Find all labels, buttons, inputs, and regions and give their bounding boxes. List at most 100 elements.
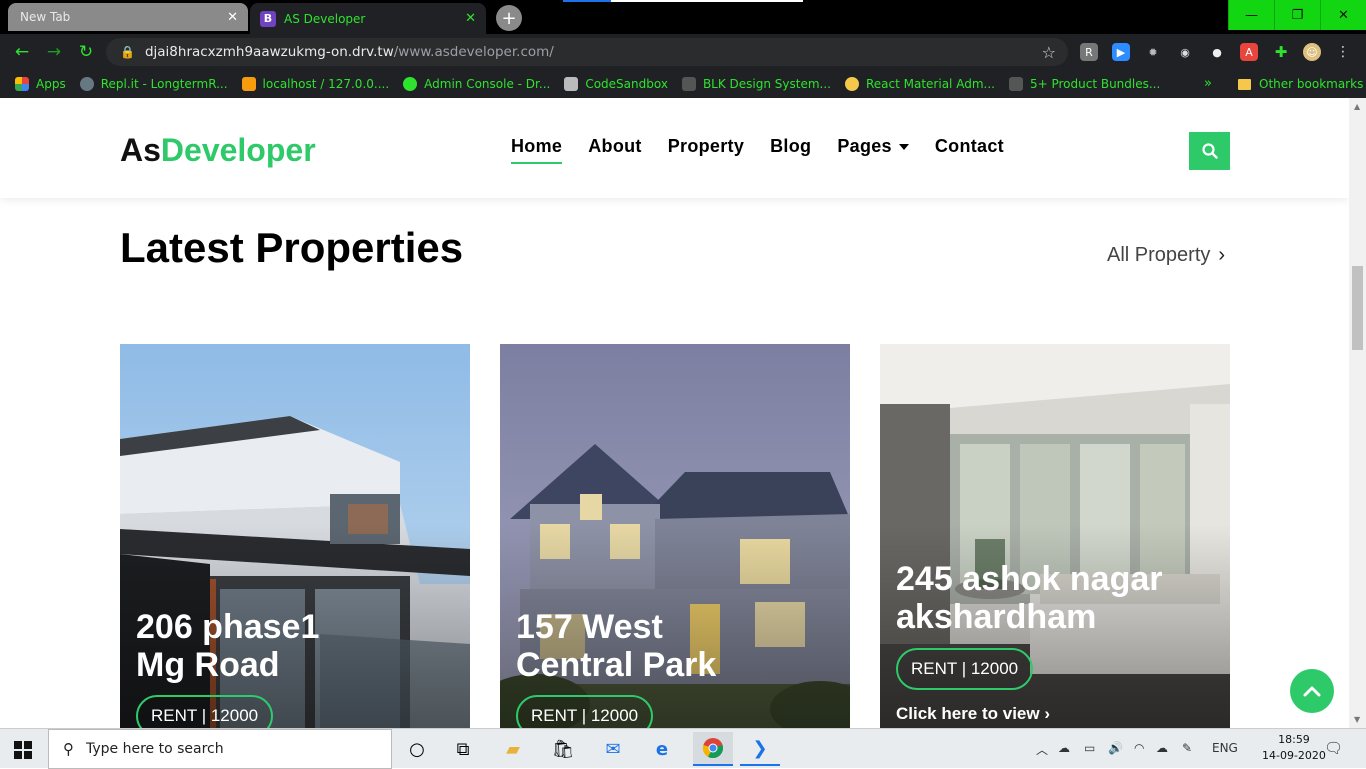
bookmark-apps[interactable]: Apps [15, 77, 66, 91]
bookmark-label: CodeSandbox [585, 77, 668, 91]
rent-price-badge[interactable]: RENT | 12000 [516, 695, 654, 728]
cortana-icon[interactable]: ○ [402, 735, 432, 763]
chrome-icon[interactable] [693, 732, 733, 766]
nav-pages-dropdown[interactable]: Pages [837, 136, 909, 157]
bookmark-codesandbox[interactable]: CodeSandbox [564, 77, 668, 91]
close-tab-icon[interactable]: ✕ [465, 11, 476, 26]
tab-as-developer[interactable]: B AS Developer ✕ [250, 3, 486, 34]
scrollbar-thumb[interactable] [1352, 266, 1363, 350]
clock-date: 14-09-2020 [1262, 749, 1326, 762]
window-close-icon[interactable]: ✕ [1320, 0, 1366, 30]
bookmark-label: React Material Adm... [865, 77, 995, 91]
view-property-link[interactable]: Click here to view › [896, 704, 1050, 724]
bookmark-label: Repl.it - LongtermR... [100, 77, 228, 91]
clock-time: 18:59 [1278, 733, 1310, 746]
close-tab-icon[interactable]: ✕ [227, 10, 238, 25]
all-property-link[interactable]: All Property › [1107, 244, 1225, 267]
tab-new-tab[interactable]: New Tab ✕ [8, 3, 248, 31]
volume-icon[interactable]: 🔊 [1108, 741, 1123, 755]
nav-home[interactable]: Home [511, 136, 563, 164]
chevron-right-icon: › [1044, 704, 1051, 723]
bookmark-localhost[interactable]: localhost / 127.0.0.... [241, 77, 389, 91]
search-button[interactable] [1189, 132, 1230, 170]
apps-grid-icon [15, 77, 29, 91]
bug-extension-icon[interactable]: ✹ [1144, 43, 1162, 61]
scroll-down-arrow-icon[interactable]: ▼ [1354, 715, 1360, 724]
bookmark-replit[interactable]: Repl.it - LongtermR... [79, 77, 228, 91]
view-property-label: Click here to view [896, 704, 1040, 723]
bookmark-label: Admin Console - Dr... [424, 77, 551, 91]
rent-price-badge[interactable]: RENT | 12000 [136, 695, 274, 728]
chevron-right-icon: › [1218, 244, 1226, 266]
property-card[interactable]: 157 West Central Park RENT | 12000 [500, 344, 850, 728]
camera-extension-icon[interactable]: ◉ [1176, 43, 1194, 61]
microsoft-store-icon[interactable]: 🛍 [548, 735, 578, 763]
profile-avatar[interactable]: ☺ [1303, 43, 1321, 61]
bookmark-star-icon[interactable]: ☆ [1042, 43, 1056, 62]
globe-icon [403, 77, 418, 91]
section-title: Latest Properties [120, 224, 464, 271]
edge-icon[interactable]: e [647, 735, 677, 763]
zoom-extension-icon[interactable]: ▶ [1112, 43, 1130, 61]
logo-developer: Developer [160, 132, 316, 168]
site-header: AsDeveloper Home About Property Blog Pag… [0, 98, 1349, 198]
nav-blog[interactable]: Blog [770, 136, 811, 157]
codesandbox-icon [564, 77, 579, 91]
minimize-icon[interactable]: — [1228, 0, 1274, 30]
bookmarks-overflow-chevron[interactable]: » [1204, 76, 1212, 91]
forward-arrow-icon[interactable]: → [44, 42, 64, 62]
property-title: 245 ashok nagar akshardham [896, 560, 1216, 636]
property-card[interactable]: 206 phase1 Mg Road RENT | 12000 [120, 344, 470, 728]
bookmarks-bar: Apps Repl.it - LongtermR... localhost / … [0, 70, 1366, 98]
file-explorer-icon[interactable]: ▰ [498, 735, 528, 763]
taskbar-search-box[interactable]: ⚲ Type here to search [48, 729, 392, 769]
task-view-icon[interactable]: ⧉ [448, 735, 478, 763]
mail-icon[interactable]: ✉ [598, 735, 628, 763]
bookmark-blk-design[interactable]: BLK Design System... [681, 77, 831, 91]
translate-extension-icon[interactable]: A [1240, 43, 1258, 61]
cloud-sync-icon[interactable]: ☁ [1156, 741, 1168, 755]
battery-icon[interactable]: ▭ [1084, 741, 1095, 755]
restore-icon[interactable]: ❐ [1274, 0, 1320, 30]
puzzle-extensions-icon[interactable]: ✚ [1272, 43, 1290, 61]
loading-bar-progress [563, 0, 611, 2]
bookmark-product-bundles[interactable]: 5+ Product Bundles... [1008, 77, 1160, 91]
rent-price-badge[interactable]: RENT | 12000 [896, 648, 1034, 690]
bookmark-react-material[interactable]: React Material Adm... [844, 77, 995, 91]
page-scrollbar[interactable]: ▲ ▼ [1349, 98, 1366, 728]
new-tab-plus-icon[interactable]: + [496, 5, 522, 31]
nav-property[interactable]: Property [668, 136, 744, 157]
menu-dots-icon[interactable]: ⋮ [1334, 43, 1352, 61]
vscode-icon[interactable]: ❯ [740, 732, 780, 766]
site-logo[interactable]: AsDeveloper [120, 132, 316, 169]
scroll-up-arrow-icon[interactable]: ▲ [1354, 102, 1360, 111]
main-nav: Home About Property Blog Pages Contact [511, 136, 1030, 164]
onedrive-cloud-icon[interactable]: ☁ [1058, 741, 1070, 755]
address-bar[interactable]: 🔒 djai8hracxzmh9aawzukmg-on.drv.tw/www.a… [106, 38, 1068, 66]
reload-icon[interactable]: ↻ [76, 42, 96, 62]
other-bookmarks[interactable]: Other bookmarks [1238, 70, 1363, 98]
windows-start-icon[interactable] [14, 741, 32, 759]
phpmyadmin-icon [241, 77, 256, 91]
window-controls: — ❐ ✕ [1228, 0, 1366, 30]
page-viewport: AsDeveloper Home About Property Blog Pag… [0, 98, 1349, 728]
bookmark-label: Apps [36, 77, 66, 91]
tray-chevron-up-icon[interactable]: ︿ [1036, 741, 1048, 758]
property-card[interactable]: 245 ashok nagar akshardham RENT | 12000 … [880, 344, 1230, 728]
property-title-line1: 157 West [516, 608, 663, 646]
language-indicator[interactable]: ENG [1212, 741, 1238, 755]
caret-down-icon [898, 144, 909, 151]
system-clock[interactable]: 18:59 14-09-2020 [1262, 732, 1326, 764]
circle-extension-icon[interactable]: ● [1208, 43, 1226, 61]
pen-icon[interactable]: ✎ [1182, 741, 1192, 755]
back-to-top-button[interactable] [1290, 669, 1334, 713]
notifications-icon[interactable]: 🗨 [1324, 739, 1343, 757]
property-title: 157 West Central Park [516, 608, 836, 684]
nav-contact[interactable]: Contact [935, 136, 1004, 157]
bookmark-admin-console[interactable]: Admin Console - Dr... [403, 77, 550, 91]
nav-about[interactable]: About [588, 136, 641, 157]
back-arrow-icon[interactable]: ← [12, 42, 32, 62]
extension-icon[interactable]: R [1080, 43, 1098, 61]
wifi-icon[interactable]: ◠ [1134, 741, 1144, 755]
browser-toolbar: ← → ↻ 🔒 djai8hracxzmh9aawzukmg-on.drv.tw… [0, 34, 1366, 70]
